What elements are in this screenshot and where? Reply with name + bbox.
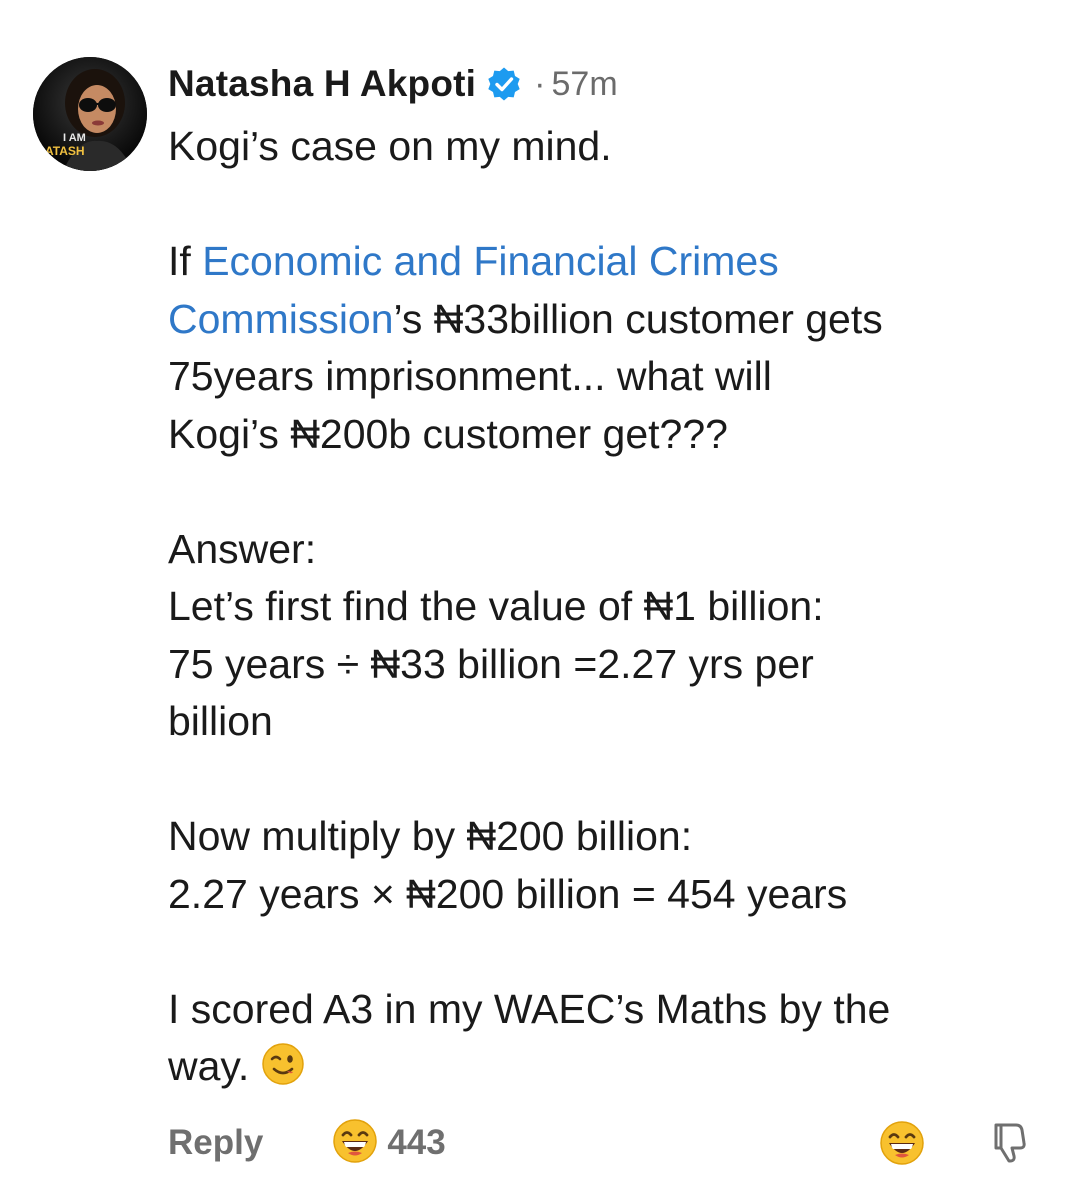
reaction-summary[interactable]: 443 <box>331 1117 446 1170</box>
avatar-caption-line1: I AM <box>63 132 86 144</box>
timestamp: 57m <box>551 64 618 103</box>
author-name[interactable]: Natasha H Akpoti <box>168 63 476 105</box>
avatar[interactable]: I AM ATASH <box>33 57 147 171</box>
comment-text: If <box>168 238 203 284</box>
grinning-face-emoji-icon <box>880 1121 924 1165</box>
comment-line: Kogi’s ₦200b customer get??? <box>168 410 728 457</box>
comment-line: Now multiply by ₦200 billion: <box>168 813 693 859</box>
reply-button[interactable]: Reply <box>168 1123 263 1163</box>
efcc-mention-link[interactable]: Commission <box>168 296 394 342</box>
comment-line: 2.27 years × ₦200 billion = 454 years <box>168 870 848 917</box>
comment-line: 75 years ÷ ₦33 billion =2.27 yrs per <box>168 640 814 687</box>
thumbs-down-icon[interactable] <box>988 1121 1028 1170</box>
comment-line: way. <box>168 1038 1058 1102</box>
avatar-caption-line2: ATASH <box>45 144 85 158</box>
reaction-count: 443 <box>387 1123 446 1162</box>
verified-badge-icon <box>486 66 522 102</box>
comment-line: billion <box>168 698 273 744</box>
react-button[interactable] <box>878 1119 926 1172</box>
winking-face-emoji-icon <box>261 1042 305 1102</box>
comment-line: Commission’s ₦33billion customer gets <box>168 291 1058 349</box>
grinning-face-emoji-icon <box>331 1117 379 1170</box>
comment-line: Kogi’s case on my mind. <box>168 123 612 169</box>
comment-line: Let’s first find the value of ₦1 billion… <box>168 583 824 629</box>
comment-text: ’s ₦33billion customer gets <box>393 295 883 342</box>
comment-text: way. <box>168 1043 250 1089</box>
header-separator: · <box>534 64 546 103</box>
comment-header: Natasha H Akpoti · 57m <box>168 58 618 110</box>
comment-body: Kogi’s case on my mind. If Economic and … <box>168 118 1058 1102</box>
comment-line: I scored A3 in my WAEC’s Maths by the <box>168 985 891 1032</box>
comment-line: If Economic and Financial Crimes <box>168 233 1058 291</box>
comment-line: Answer: <box>168 525 317 572</box>
comment-line: 75years imprisonment... what will <box>168 353 772 399</box>
efcc-mention-link[interactable]: Economic and Financial Crimes <box>202 238 779 284</box>
comment-actions: Reply 443 <box>168 1115 1048 1171</box>
